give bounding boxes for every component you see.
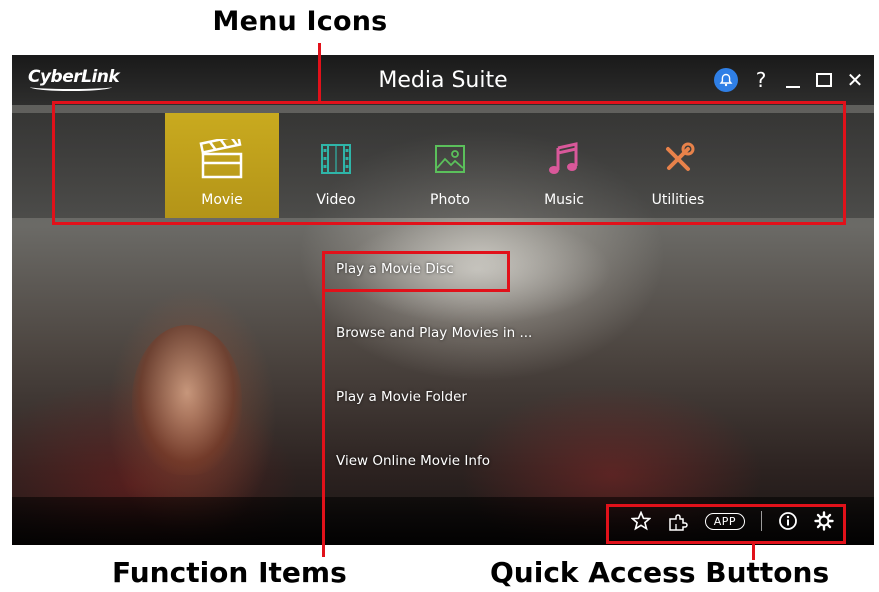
menu-item-video[interactable]: Video [279, 113, 393, 218]
tools-icon [661, 134, 695, 184]
window-controls: ? ✕ [714, 67, 864, 93]
quick-access-caption: Quick Access Buttons [490, 556, 830, 589]
photo-icon [433, 134, 467, 184]
menu-item-label: Utilities [651, 192, 705, 208]
star-icon[interactable] [630, 511, 651, 531]
notification-bell-icon[interactable] [714, 68, 738, 92]
menu-band: Movie Video Photo Music Utilities [12, 113, 874, 218]
music-note-icon [548, 134, 580, 184]
app-window: CyberLink Media Suite ? ✕ Movie Video Ph… [12, 55, 874, 545]
info-icon[interactable] [778, 511, 798, 531]
menu-item-utilities[interactable]: Utilities [621, 113, 735, 218]
film-strip-icon [319, 134, 353, 184]
maximize-button[interactable] [816, 73, 832, 87]
close-button[interactable]: ✕ [846, 70, 864, 90]
background-photo-person [132, 325, 242, 475]
gear-icon[interactable] [814, 511, 834, 531]
bottom-bar: APP [12, 497, 874, 545]
function-item-play-movie-folder[interactable]: Play a Movie Folder [336, 379, 596, 443]
function-item-browse-play-movies[interactable]: Browse and Play Movies in ... [336, 315, 596, 379]
menu-icons: Movie Video Photo Music Utilities [165, 113, 735, 218]
quick-access-buttons: APP [630, 507, 834, 535]
puzzle-icon[interactable] [667, 511, 689, 531]
function-item-play-movie-disc[interactable]: Play a Movie Disc [336, 251, 596, 315]
function-items-caption: Function Items [112, 556, 347, 589]
menu-item-music[interactable]: Music [507, 113, 621, 218]
quick-access-divider [761, 511, 762, 531]
menu-item-label: Music [544, 192, 584, 208]
menu-item-label: Movie [201, 192, 243, 208]
menu-item-photo[interactable]: Photo [393, 113, 507, 218]
app-button[interactable]: APP [704, 512, 745, 530]
title-bar: CyberLink Media Suite ? ✕ [12, 55, 874, 105]
menu-item-movie[interactable]: Movie [165, 113, 279, 218]
clapperboard-icon [199, 134, 245, 184]
menu-item-label: Photo [430, 192, 470, 208]
minimize-button[interactable] [784, 70, 802, 90]
function-items: Play a Movie Disc Browse and Play Movies… [336, 251, 596, 507]
menu-icons-caption: Menu Icons [212, 6, 388, 37]
help-button[interactable]: ? [752, 70, 770, 90]
menu-item-label: Video [316, 192, 356, 208]
